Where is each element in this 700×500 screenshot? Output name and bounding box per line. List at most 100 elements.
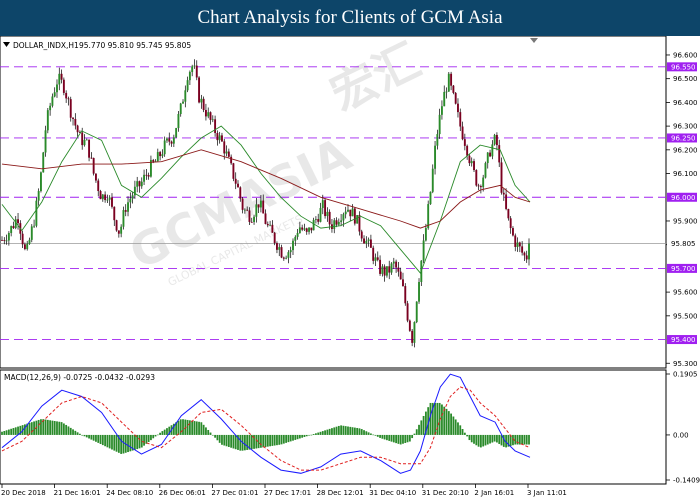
candle-body xyxy=(111,197,113,207)
macd-histogram-bar xyxy=(159,432,162,435)
macd-histogram-bar xyxy=(484,434,487,446)
candle-body xyxy=(117,230,120,234)
candle-body xyxy=(340,220,343,222)
candle-body xyxy=(427,204,430,229)
macd-histogram-bar xyxy=(163,429,166,435)
macd-histogram-bar xyxy=(353,427,356,435)
macd-histogram-bar xyxy=(79,433,81,435)
macd-histogram-bar xyxy=(406,434,409,443)
candle-body xyxy=(108,197,111,200)
candle-body xyxy=(5,240,8,242)
candle-body xyxy=(305,228,308,232)
candle-body xyxy=(12,226,15,229)
macd-histogram-bar xyxy=(301,434,304,438)
time-tick-label: 31 Dec 20:10 xyxy=(422,489,469,497)
candle-body xyxy=(363,238,365,244)
candle-body xyxy=(204,109,207,117)
candle-body xyxy=(271,224,274,233)
macd-histogram-bar xyxy=(450,413,452,435)
macd-histogram-bar xyxy=(225,434,228,447)
macd-histogram-bar xyxy=(523,434,526,445)
candle-body xyxy=(287,252,290,258)
macd-histogram-bar xyxy=(195,421,198,435)
macd-histogram-bar xyxy=(143,434,145,446)
price-tick-label: 96.400 xyxy=(673,99,698,107)
candle-body xyxy=(253,216,255,223)
macd-histogram-bar xyxy=(273,434,276,446)
macd-histogram-bar xyxy=(388,434,391,441)
candle-body xyxy=(324,200,327,217)
macd-histogram-bar xyxy=(372,434,375,436)
macd-histogram-bar xyxy=(395,434,398,444)
candle-body xyxy=(269,224,272,226)
macd-histogram-bar xyxy=(285,434,288,443)
level-price-label: 96.550 xyxy=(671,63,696,71)
candle-body xyxy=(202,98,205,110)
candle-body xyxy=(337,221,340,225)
instrument-label: DOLLAR_INDX,H1 xyxy=(13,41,79,50)
candle-body xyxy=(99,191,102,200)
candle-body xyxy=(221,135,223,142)
time-tick-label: 24 Dec 08:10 xyxy=(106,489,153,497)
macd-tick-label: 0.1905 xyxy=(673,371,698,379)
candle-body xyxy=(113,206,116,221)
macd-histogram-bar xyxy=(463,432,466,435)
macd-histogram-bar xyxy=(62,423,65,435)
macd-tick-label: -0.1409 xyxy=(673,477,700,485)
candle-body xyxy=(431,168,434,192)
macd-histogram-bar xyxy=(415,429,418,435)
candle-body xyxy=(264,213,267,224)
macd-histogram-bar xyxy=(367,432,370,435)
candle-body xyxy=(436,134,439,146)
candle-body xyxy=(65,92,68,99)
macd-histogram-bar xyxy=(83,434,86,437)
macd-histogram-bar xyxy=(328,428,331,435)
price-tick-label: 95.300 xyxy=(673,360,698,368)
macd-histogram-bar xyxy=(186,419,189,435)
macd-histogram-bar xyxy=(282,434,285,444)
candle-body xyxy=(53,92,56,97)
candle-body xyxy=(470,161,473,164)
candle-body xyxy=(349,209,352,217)
candle-body xyxy=(3,240,6,241)
macd-histogram-bar xyxy=(150,434,152,441)
candle-body xyxy=(411,330,414,343)
candle-body xyxy=(232,163,235,179)
candle-body xyxy=(51,96,54,106)
macd-histogram-bar xyxy=(473,434,475,444)
candle-body xyxy=(74,118,77,126)
macd-histogram-bar xyxy=(223,434,226,446)
candle-body xyxy=(473,161,475,171)
macd-histogram-bar xyxy=(340,425,343,435)
time-tick-label: 27 Dec 01:01 xyxy=(211,489,258,497)
candle-body xyxy=(195,65,198,78)
macd-histogram-bar xyxy=(514,434,517,445)
candle-body xyxy=(35,200,38,226)
macd-histogram-bar xyxy=(404,434,407,443)
candle-body xyxy=(58,73,61,85)
candle-body xyxy=(122,210,125,227)
candle-body xyxy=(491,144,494,157)
candle-body xyxy=(493,134,496,145)
macd-histogram-bar xyxy=(280,434,283,445)
macd-histogram-bar xyxy=(255,434,258,449)
macd-histogram-bar xyxy=(97,434,100,443)
macd-histogram-bar xyxy=(489,434,491,444)
macd-histogram-bar xyxy=(324,430,326,435)
macd-histogram-bar xyxy=(147,434,150,442)
time-tick-label: 31 Dec 04:10 xyxy=(369,489,416,497)
macd-histogram-bar xyxy=(310,434,313,436)
macd-histogram-bar xyxy=(468,434,471,441)
candle-body xyxy=(395,261,398,268)
candle-body xyxy=(402,279,404,287)
level-price-label: 96.000 xyxy=(671,194,696,202)
macd-histogram-bar xyxy=(260,434,262,448)
macd-histogram-bar xyxy=(349,426,352,435)
macd-histogram-bar xyxy=(447,411,450,435)
macd-histogram-bar xyxy=(44,419,47,435)
macd-histogram-bar xyxy=(408,434,411,442)
current-price-label: 95.805 xyxy=(671,240,696,248)
candle-body xyxy=(461,126,464,140)
macd-histogram-bar xyxy=(152,434,155,439)
macd-histogram-bar xyxy=(156,434,159,436)
